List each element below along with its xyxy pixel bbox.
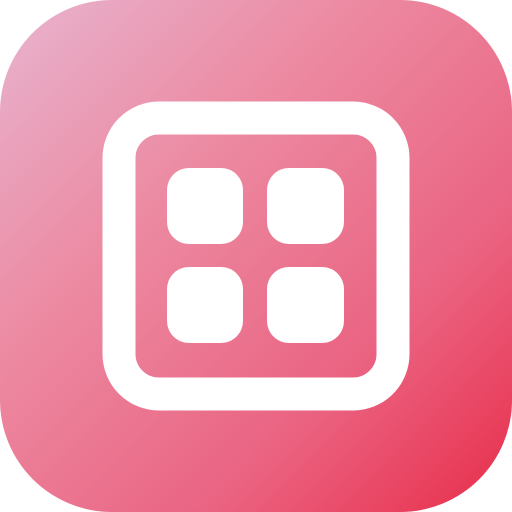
grid-tile-bottom-left [167,267,243,343]
app-icon-background[interactable] [0,0,512,512]
outer-frame [102,101,410,411]
grid-tile-top-right [267,168,344,244]
grid-tile-bottom-right [267,267,344,343]
apps-grid-icon [102,101,410,411]
grid-tile-top-left [167,168,243,244]
